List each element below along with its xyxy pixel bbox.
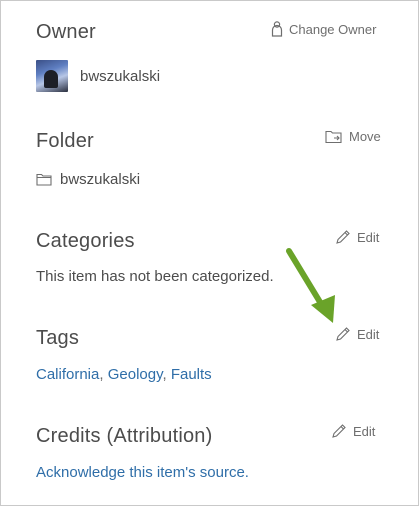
green-arrow bbox=[286, 248, 335, 323]
folder-icon bbox=[36, 173, 52, 186]
tag-link[interactable]: Geology bbox=[108, 366, 163, 383]
tag-separator: , bbox=[162, 366, 171, 383]
categories-edit-label: Edit bbox=[357, 229, 380, 245]
categories-text: This item has not been categorized. bbox=[36, 268, 274, 285]
pencil-icon bbox=[336, 327, 350, 341]
move-label: Move bbox=[349, 129, 381, 144]
move-folder-icon bbox=[325, 130, 342, 143]
tags-title: Tags bbox=[36, 327, 80, 349]
folder-title: Folder bbox=[36, 130, 94, 152]
categories-edit-button[interactable]: Edit bbox=[335, 229, 379, 245]
owner-title: Owner bbox=[36, 21, 96, 43]
tag-link[interactable]: California bbox=[36, 366, 99, 383]
change-owner-button[interactable]: Change Owner bbox=[271, 21, 376, 37]
credits-title: Credits (Attribution) bbox=[36, 425, 213, 447]
pencil-icon bbox=[332, 424, 346, 438]
pencil-icon bbox=[336, 230, 350, 244]
tags-edit-button[interactable]: Edit bbox=[335, 326, 379, 342]
move-button[interactable]: Move bbox=[325, 129, 381, 144]
tag-list: California, Geology, Faults bbox=[36, 366, 212, 383]
person-icon bbox=[271, 21, 283, 37]
avatar bbox=[36, 60, 68, 92]
credits-edit-label: Edit bbox=[353, 423, 376, 439]
folder-name: bwszukalski bbox=[60, 171, 141, 188]
tag-separator: , bbox=[99, 366, 108, 383]
owner-username: bwszukalski bbox=[80, 67, 161, 85]
change-owner-label: Change Owner bbox=[289, 21, 377, 37]
folder-row: bwszukalski bbox=[36, 171, 140, 188]
tag-link[interactable]: Faults bbox=[171, 366, 212, 383]
owner-row: bwszukalski bbox=[36, 60, 160, 92]
tags-edit-label: Edit bbox=[357, 326, 380, 342]
categories-title: Categories bbox=[36, 230, 135, 252]
acknowledge-source-link[interactable]: Acknowledge this item's source. bbox=[36, 464, 249, 481]
credits-edit-button[interactable]: Edit bbox=[331, 423, 375, 439]
item-details-panel: Owner Change Owner bwszukalski Folder Mo… bbox=[0, 0, 419, 506]
